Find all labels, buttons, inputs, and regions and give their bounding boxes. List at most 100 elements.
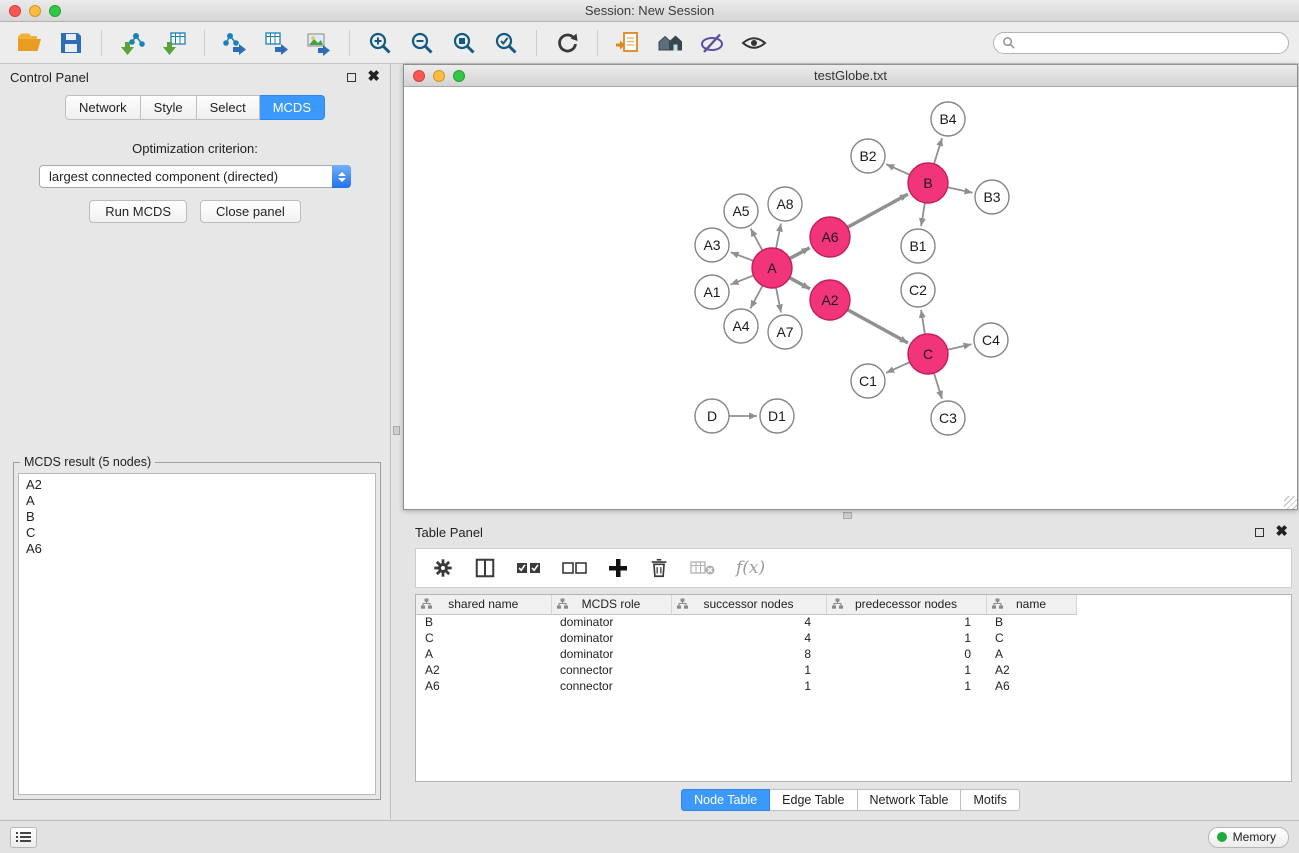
table-settings-button[interactable] — [432, 557, 454, 579]
annotation-mode-button[interactable] — [693, 26, 731, 60]
zoom-button[interactable] — [453, 70, 465, 82]
splitter-grip[interactable] — [843, 512, 852, 519]
graph-edge-A6-B[interactable] — [848, 194, 908, 227]
graph-edge-A-A4[interactable] — [750, 286, 762, 309]
tab-network[interactable]: Network — [65, 95, 141, 120]
column-header-mcds-role[interactable]: MCDS role — [551, 595, 671, 614]
graph-node-A6[interactable]: A6 — [810, 217, 850, 257]
graph-node-A1[interactable]: A1 — [695, 275, 729, 309]
table-row[interactable]: Adominator80A — [416, 646, 1291, 662]
graph-node-B[interactable]: B — [908, 163, 948, 203]
graph-node-D1[interactable]: D1 — [760, 399, 794, 433]
run-mcds-button[interactable]: Run MCDS — [89, 200, 187, 223]
export-table-button[interactable] — [258, 26, 296, 60]
network-graph[interactable]: AA2A6BCA1A3A4A5A7A8B1B2B3B4C1C2C3C4DD1 — [404, 87, 1297, 509]
graph-edge-C-C1[interactable] — [886, 362, 910, 373]
vertical-splitter[interactable] — [391, 64, 403, 819]
graph-node-B3[interactable]: B3 — [975, 180, 1009, 214]
graph-edge-B-B2[interactable] — [886, 164, 910, 175]
list-item[interactable]: A — [26, 493, 368, 509]
table-row[interactable]: A2connector11A2 — [416, 662, 1291, 678]
graph-node-A5[interactable]: A5 — [724, 194, 758, 228]
resize-grip[interactable] — [1284, 496, 1297, 509]
column-header-successor-nodes[interactable]: successor nodes — [671, 595, 826, 614]
close-button[interactable] — [9, 5, 21, 17]
tab-node-table[interactable]: Node Table — [681, 789, 770, 811]
graph-edge-A-A2[interactable] — [790, 278, 810, 289]
minimize-button[interactable] — [29, 5, 41, 17]
splitter-grip[interactable] — [393, 426, 400, 435]
horizontal-splitter[interactable] — [403, 511, 1298, 520]
criterion-dropdown[interactable]: largest connected component (directed) — [39, 165, 351, 188]
graph-node-A3[interactable]: A3 — [695, 228, 729, 262]
show-columns-button[interactable] — [474, 557, 496, 579]
save-session-button[interactable] — [52, 26, 90, 60]
graph-node-A8[interactable]: A8 — [768, 187, 802, 221]
list-item[interactable]: A6 — [26, 541, 368, 557]
graph-edge-A2-C[interactable] — [848, 310, 908, 343]
export-image-button[interactable] — [300, 26, 338, 60]
close-button[interactable] — [413, 70, 425, 82]
graph-node-C1[interactable]: C1 — [851, 364, 885, 398]
graph-node-A2[interactable]: A2 — [810, 280, 850, 320]
create-column-button[interactable] — [608, 558, 628, 578]
graph-node-A4[interactable]: A4 — [724, 309, 758, 343]
function-builder-button[interactable]: f(x) — [736, 558, 765, 578]
graph-node-C[interactable]: C — [908, 334, 948, 374]
close-panel-icon[interactable]: ✖ — [367, 72, 380, 82]
graph-node-C2[interactable]: C2 — [901, 273, 935, 307]
memory-button[interactable]: Memory — [1208, 827, 1289, 848]
graph-edge-C-C4[interactable] — [948, 344, 972, 349]
graph-edge-C-C2[interactable] — [921, 310, 925, 334]
select-all-rows-button[interactable] — [516, 560, 542, 576]
tab-style[interactable]: Style — [141, 95, 197, 120]
zoom-selected-button[interactable] — [487, 26, 525, 60]
graph-node-A[interactable]: A — [752, 248, 792, 288]
tab-motifs[interactable]: Motifs — [961, 789, 1019, 811]
close-panel-icon[interactable]: ✖ — [1275, 527, 1288, 537]
graph-edge-A-A7[interactable] — [776, 288, 781, 313]
import-network-button[interactable] — [113, 26, 151, 60]
export-network-button[interactable] — [216, 26, 254, 60]
tab-network-table[interactable]: Network Table — [858, 789, 962, 811]
delete-table-button[interactable] — [690, 559, 716, 577]
zoom-in-button[interactable] — [361, 26, 399, 60]
float-panel-icon[interactable] — [347, 73, 356, 82]
graph-edge-B-B1[interactable] — [921, 203, 925, 226]
graph-node-D[interactable]: D — [695, 399, 729, 433]
graph-edge-A-A3[interactable] — [731, 252, 754, 261]
list-item[interactable]: A2 — [26, 477, 368, 493]
delete-column-button[interactable] — [648, 557, 670, 579]
column-header-predecessor-nodes[interactable]: predecessor nodes — [826, 595, 986, 614]
graph-edge-B-B3[interactable] — [948, 187, 973, 192]
close-panel-button[interactable]: Close panel — [200, 200, 301, 223]
tab-edge-table[interactable]: Edge Table — [770, 789, 857, 811]
import-table-button[interactable] — [155, 26, 193, 60]
deselect-all-rows-button[interactable] — [562, 560, 588, 576]
table-row[interactable]: Bdominator41B — [416, 614, 1291, 630]
graph-edge-A-A1[interactable] — [731, 275, 754, 284]
tab-select[interactable]: Select — [197, 95, 260, 120]
minimize-button[interactable] — [433, 70, 445, 82]
column-header-shared-name[interactable]: shared name — [416, 595, 551, 614]
search-input[interactable] — [1020, 36, 1280, 50]
mcds-result-list[interactable]: A2 A B C A6 — [18, 473, 376, 795]
graph-node-B2[interactable]: B2 — [851, 139, 885, 173]
open-session-button[interactable] — [10, 26, 48, 60]
graph-node-C4[interactable]: C4 — [974, 323, 1008, 357]
graph-edge-C-C3[interactable] — [934, 373, 942, 399]
zoom-button[interactable] — [49, 5, 61, 17]
graph-edge-B-B4[interactable] — [934, 138, 942, 164]
zoom-out-button[interactable] — [403, 26, 441, 60]
list-item[interactable]: C — [26, 525, 368, 541]
graph-edge-A-A6[interactable] — [790, 248, 810, 259]
tab-mcds[interactable]: MCDS — [260, 95, 325, 120]
apply-layout-button[interactable] — [548, 26, 586, 60]
network-canvas[interactable]: AA2A6BCA1A3A4A5A7A8B1B2B3B4C1C2C3C4DD1 — [404, 87, 1297, 509]
task-history-button[interactable] — [10, 827, 37, 848]
first-neighbors-button[interactable] — [651, 26, 689, 60]
table-row[interactable]: A6connector11A6 — [416, 678, 1291, 694]
graph-edge-A-A8[interactable] — [776, 224, 781, 249]
table-row[interactable]: Cdominator41C — [416, 630, 1291, 646]
new-network-from-selection-button[interactable] — [609, 26, 647, 60]
